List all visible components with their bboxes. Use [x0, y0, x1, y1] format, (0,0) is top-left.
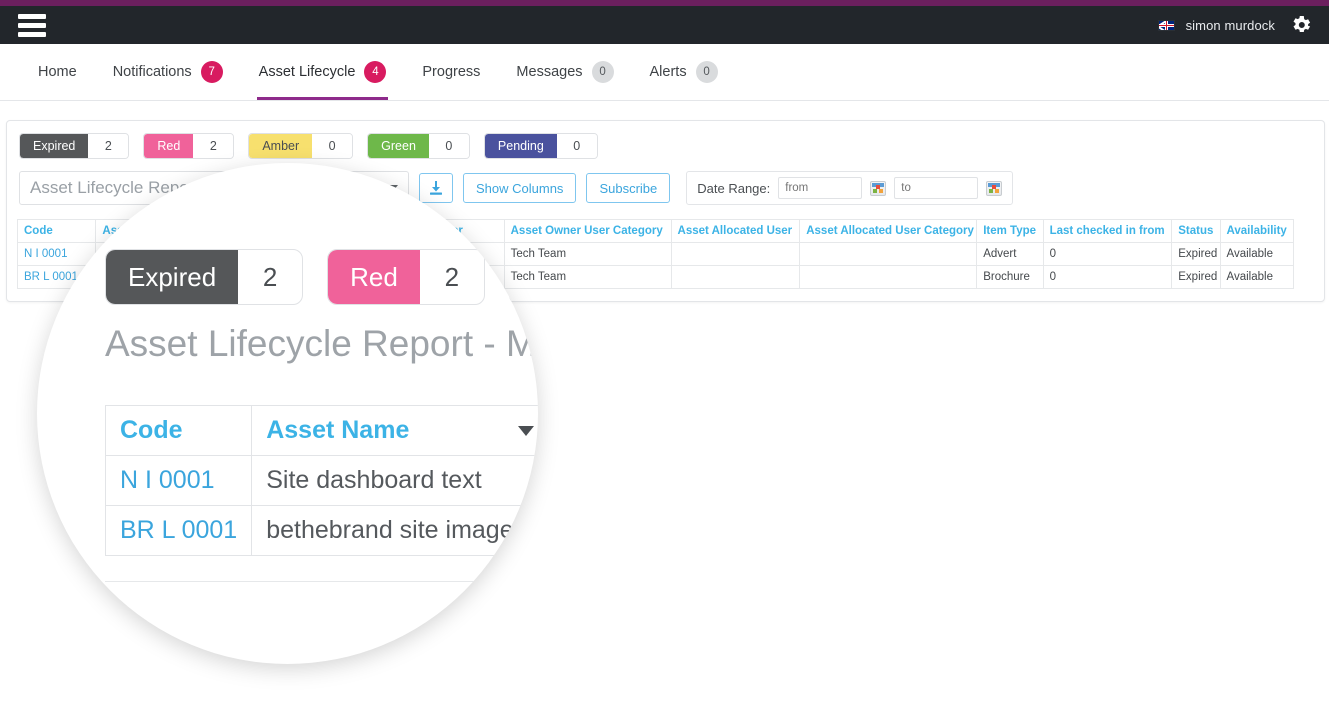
tab-notifications[interactable]: Notifications 7 [95, 44, 241, 100]
calendar-icon-from[interactable] [870, 180, 887, 196]
tab-messages[interactable]: Messages 0 [498, 44, 631, 100]
status-pill-count: 0 [428, 134, 469, 158]
cell-asset-allocated-user-category [799, 242, 978, 266]
tab-label: Notifications [112, 64, 192, 80]
status-pill-count: 2 [193, 134, 234, 158]
uk-flag-icon[interactable] [1157, 19, 1175, 31]
magnifier-lens: Expired 2 Red 2 Am Asset Lifecycle Repor… [37, 163, 538, 664]
cell-availability: Available [1219, 242, 1295, 266]
magnified-cell-code[interactable]: N I 0001 [104, 455, 253, 506]
cell-item-type: Brochure [976, 265, 1044, 289]
column-header-item-type[interactable]: Item Type [976, 219, 1044, 243]
date-range-label: Date Range: [697, 180, 771, 196]
magnified-column-label: Asset Name [266, 416, 410, 444]
date-from-input[interactable] [778, 177, 863, 199]
hamburger-menu-icon[interactable] [18, 13, 46, 37]
column-header-asset-allocated-user-category[interactable]: Asset Allocated User Category [799, 219, 978, 243]
magnified-pill-label: Expired [106, 250, 239, 304]
cell-status: Expired [1171, 265, 1221, 289]
status-pill-expired[interactable]: Expired 2 [19, 133, 130, 159]
status-pill-count: 2 [88, 134, 129, 158]
cell-last-checked-in-from: 0 [1042, 265, 1173, 289]
status-pill-label: Amber [249, 134, 313, 158]
cell-item-type: Advert [976, 242, 1044, 266]
tab-label: Home [38, 64, 77, 80]
column-header-availability[interactable]: Availability [1219, 219, 1295, 243]
gear-icon[interactable] [1289, 13, 1313, 37]
top-header-bar: simon murdock [0, 6, 1329, 44]
tab-badge-alerts: 0 [695, 61, 718, 83]
status-pill-red[interactable]: Red 2 [143, 133, 235, 159]
cell-status: Expired [1171, 242, 1221, 266]
status-pill-label: Red [144, 134, 194, 158]
magnified-pill-amber[interactable]: Am [508, 249, 538, 305]
magnifier-content: Expired 2 Red 2 Am Asset Lifecycle Repor… [37, 163, 538, 664]
magnified-status-pills: Expired 2 Red 2 Am [105, 249, 538, 305]
tab-progress[interactable]: Progress [404, 44, 498, 100]
magnified-pill-expired[interactable]: Expired 2 [105, 249, 304, 305]
status-pill-count: 0 [556, 134, 597, 158]
column-header-asset-allocated-user[interactable]: Asset Allocated User [670, 219, 801, 243]
cell-last-checked-in-from: 0 [1042, 242, 1173, 266]
date-to-input[interactable] [894, 177, 979, 199]
tab-alerts[interactable]: Alerts 0 [632, 44, 736, 100]
cell-asset-allocated-user-category [799, 265, 978, 289]
magnified-column-header-asset-name[interactable]: Asset Name [251, 405, 538, 456]
magnified-pill-red[interactable]: Red 2 [327, 249, 485, 305]
column-header-status[interactable]: Status [1171, 219, 1221, 243]
magnified-cell-code[interactable]: BR L 0001 [104, 505, 253, 556]
column-header-last-checked-in-from[interactable]: Last checked in from [1042, 219, 1173, 243]
magnified-pill-count: 2 [444, 261, 460, 292]
status-pill-label: Green [368, 134, 429, 158]
tab-label: Messages [516, 64, 583, 80]
tab-badge-messages: 0 [591, 61, 614, 83]
date-range-group: Date Range: [686, 171, 1014, 205]
chevron-down-icon [518, 426, 535, 436]
magnified-table-underline [105, 581, 525, 582]
cell-asset-allocated-user [670, 265, 801, 289]
status-pill-pending[interactable]: Pending 0 [483, 133, 598, 159]
magnified-table-row[interactable]: N I 0001 Site dashboard text 01 Oc [104, 455, 538, 506]
tab-asset-lifecycle[interactable]: Asset Lifecycle 4 [241, 44, 405, 100]
status-pill-label: Expired [20, 134, 89, 158]
status-filter-pills: Expired 2 Red 2 Amber 0 Green 0 Pending … [17, 131, 1314, 159]
magnified-header-row: Code Asset Name Versio [104, 405, 538, 456]
magnified-cell-asset-name: Site dashboard text [251, 455, 538, 506]
cell-availability: Available [1219, 265, 1295, 289]
tab-label: Progress [422, 64, 481, 80]
status-pill-green[interactable]: Green 0 [367, 133, 470, 159]
magnified-table-row[interactable]: BR L 0001 bethebrand site image 1 05 O [104, 505, 538, 556]
magnified-column-header-code[interactable]: Code [104, 405, 253, 456]
magnified-cell-asset-name: bethebrand site image 1 [251, 505, 538, 556]
status-pill-label: Pending [484, 134, 557, 158]
magnified-report-title: Asset Lifecycle Report - My As [105, 323, 538, 364]
status-pill-amber[interactable]: Amber 0 [248, 133, 354, 159]
subscribe-button[interactable]: Subscribe [586, 173, 671, 203]
username-label: simon murdock [1185, 17, 1275, 33]
magnified-pill-count: 2 [262, 261, 278, 292]
tab-label: Asset Lifecycle [258, 64, 356, 80]
tab-label: Alerts [649, 64, 687, 80]
magnified-pill-label: Red [328, 250, 420, 304]
cell-asset-allocated-user [670, 242, 801, 266]
magnified-asset-table: Code Asset Name Versio N I 0001 Site das… [104, 405, 538, 556]
tab-home[interactable]: Home [20, 44, 95, 100]
tab-badge-notifications: 7 [200, 61, 223, 83]
tab-badge-asset-lifecycle: 4 [364, 61, 387, 83]
calendar-icon-to[interactable] [986, 180, 1003, 196]
status-pill-count: 0 [312, 134, 353, 158]
main-tab-bar: Home Notifications 7 Asset Lifecycle 4 P… [0, 44, 1329, 101]
magnified-pill-label: Am [509, 250, 538, 304]
